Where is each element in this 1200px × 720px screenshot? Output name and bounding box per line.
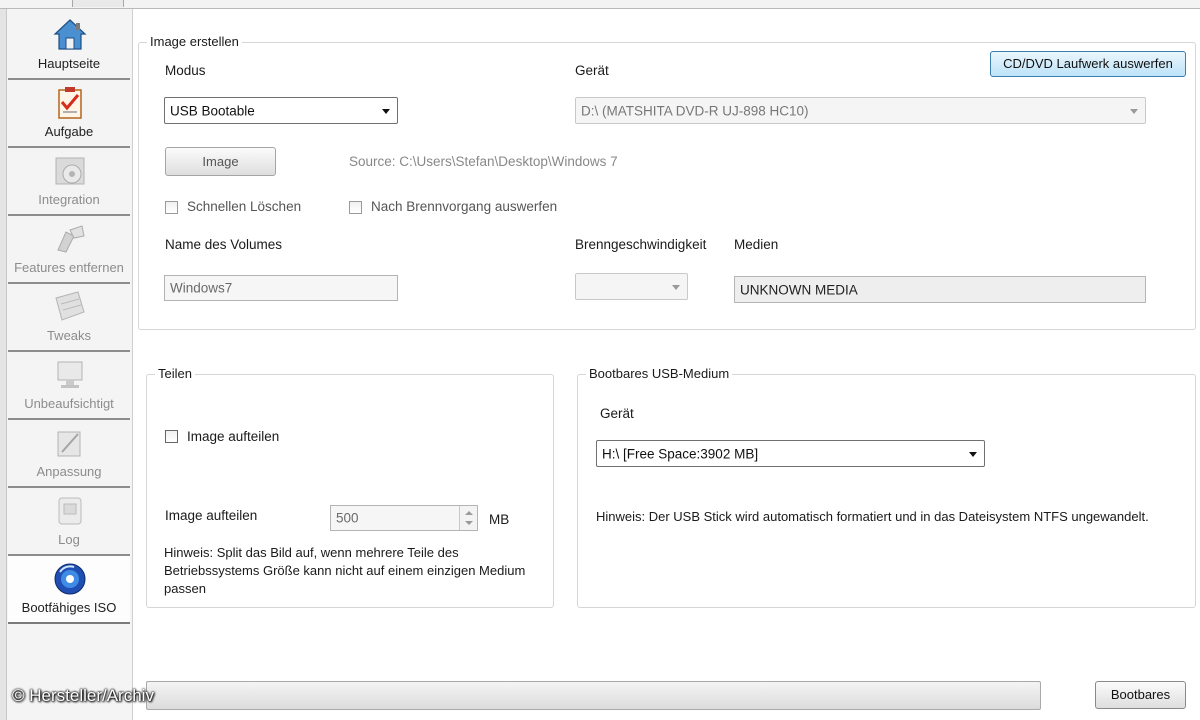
tweaks-icon [55, 291, 85, 321]
split-size-label: Image aufteilen [165, 508, 258, 523]
log-icon [58, 497, 82, 525]
watermark: © Hersteller/Archiv [12, 686, 154, 705]
split-size-value: 500 [336, 510, 359, 526]
split-hint: Hinweis: Split das Bild auf, wenn mehrer… [164, 545, 526, 596]
sidebar-item-label: Anpassung [36, 464, 102, 479]
image-button[interactable]: Image [165, 147, 276, 176]
chevron-down-icon [382, 108, 390, 114]
spinner-arrows-icon[interactable] [459, 506, 477, 530]
top-tab[interactable] [72, 0, 124, 7]
chevron-down-icon [672, 284, 680, 290]
sidebar-item-integration[interactable]: Integration [8, 148, 130, 216]
sidebar-item-features-entfernen[interactable]: Features entfernen [8, 216, 130, 284]
sidebar-item-label: Hauptseite [37, 56, 101, 71]
chevron-down-icon [1130, 108, 1138, 114]
quick-erase-label: Schnellen Löschen [187, 199, 302, 214]
top-strip [0, 0, 1200, 9]
usb-device-label: Gerät [600, 406, 634, 421]
remove-features-icon [57, 225, 85, 253]
sidebar-item-bootfaehiges-iso[interactable]: Bootfähiges ISO [8, 556, 130, 624]
checklist-icon [58, 87, 82, 119]
split-size-stepper[interactable]: 500 [330, 505, 478, 531]
boot-disc-icon [54, 563, 86, 595]
burn-speed-select[interactable] [575, 273, 688, 300]
sidebar-item-label: Features entfernen [14, 260, 124, 275]
disc-install-icon [55, 157, 85, 185]
media-value: UNKNOWN MEDIA [740, 282, 858, 297]
modus-select[interactable]: USB Bootable [164, 97, 398, 124]
sidebar-item-label: Unbeaufsichtigt [24, 396, 114, 411]
modus-value: USB Bootable [170, 103, 255, 118]
volume-name-field[interactable]: Windows7 [164, 275, 398, 301]
sidebar-edge [0, 9, 7, 720]
media-label: Medien [734, 237, 779, 252]
volume-name-value: Windows7 [170, 280, 233, 296]
sidebar-item-tweaks[interactable]: Tweaks [8, 284, 130, 352]
group-legend: Teilen [155, 366, 195, 381]
sidebar-item-aufgabe[interactable]: Aufgabe [8, 80, 130, 148]
usb-group: Bootbares USB-Medium [577, 366, 1196, 608]
house-icon [53, 19, 87, 50]
volume-name-label: Name des Volumes [165, 237, 283, 252]
sidebar-item-label: Log [58, 532, 80, 547]
eject-after-label: Nach Brennvorgang auswerfen [371, 199, 558, 214]
burner-device-select[interactable]: D:\ (MATSHITA DVD-R UJ-898 HC10) [575, 97, 1146, 124]
modus-label: Modus [165, 63, 206, 78]
customize-icon [57, 431, 81, 457]
split-image-checkbox[interactable] [165, 430, 178, 443]
split-image-checkbox-label: Image aufteilen [187, 429, 280, 444]
eject-drive-button[interactable]: CD/DVD Laufwerk auswerfen [990, 51, 1186, 77]
sidebar-item-anpassung[interactable]: Anpassung [8, 420, 130, 488]
sidebar-item-label: Aufgabe [44, 124, 94, 139]
eject-after-checkbox[interactable] [349, 201, 362, 214]
sidebar-item-unbeaufsichtigt[interactable]: Unbeaufsichtigt [8, 352, 130, 420]
geraet-label: Gerät [575, 63, 609, 78]
sidebar-item-label: Tweaks [46, 328, 92, 343]
progress-bar [146, 681, 1041, 710]
burn-speed-label: Brenngeschwindigkeit [575, 237, 707, 252]
sidebar-item-label: Bootfähiges ISO [21, 600, 117, 615]
group-legend: Bootbares USB-Medium [586, 366, 733, 381]
bootbares-button[interactable]: Bootbares [1095, 681, 1186, 709]
media-field: UNKNOWN MEDIA [734, 276, 1146, 303]
group-legend: Image erstellen [147, 34, 242, 49]
usb-hint: Hinweis: Der USB Stick wird automatisch … [596, 509, 1149, 524]
sidebar-item-log[interactable]: Log [8, 488, 130, 556]
quick-erase-checkbox[interactable] [165, 201, 178, 214]
sidebar-item-hauptseite[interactable]: Hauptseite [8, 12, 130, 80]
monitor-icon [57, 361, 83, 388]
usb-device-value: H:\ [Free Space:3902 MB] [602, 446, 759, 461]
chevron-down-icon [969, 451, 977, 457]
usb-device-select[interactable]: H:\ [Free Space:3902 MB] [596, 440, 985, 467]
sidebar-item-label: Integration [38, 192, 100, 207]
split-size-unit: MB [489, 512, 510, 527]
burner-device-value: D:\ (MATSHITA DVD-R UJ-898 HC10) [581, 103, 809, 118]
source-path: Source: C:\Users\Stefan\Desktop\Windows … [349, 154, 618, 169]
